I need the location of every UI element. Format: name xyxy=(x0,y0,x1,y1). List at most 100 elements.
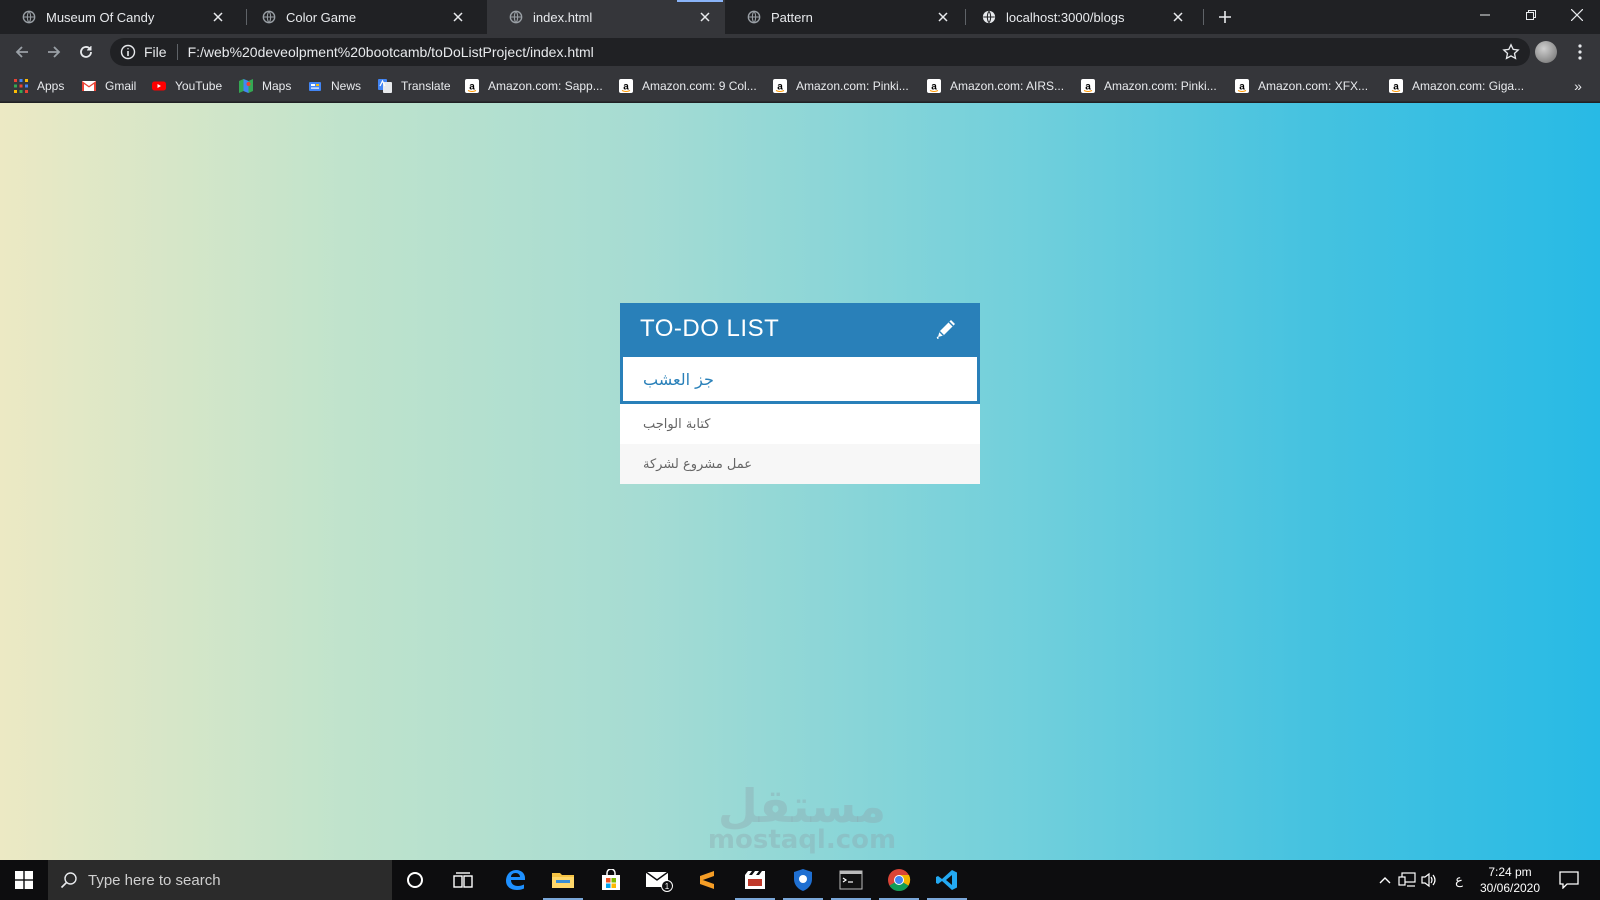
tab-pattern[interactable]: Pattern xyxy=(725,0,963,34)
globe-icon xyxy=(22,10,36,24)
cortana-button[interactable] xyxy=(391,860,439,900)
bookmark-news[interactable]: News xyxy=(308,76,361,96)
minimize-icon xyxy=(1480,14,1490,16)
more-bookmarks-button[interactable]: » xyxy=(1568,76,1588,96)
tray-overflow-button[interactable] xyxy=(1374,870,1396,890)
search-placeholder: Type here to search xyxy=(88,871,221,889)
back-button[interactable] xyxy=(8,38,36,66)
clock-date: 30/06/2020 xyxy=(1479,881,1541,895)
url-divider xyxy=(176,44,178,60)
mail-icon: 1 xyxy=(645,871,673,892)
tab-localhost-blogs[interactable]: localhost:3000/blogs xyxy=(960,0,1198,34)
pencil-icon[interactable] xyxy=(932,315,960,343)
bookmark-label: Amazon.com: Pinki... xyxy=(796,79,909,93)
amazon-icon: a xyxy=(927,79,941,93)
bookmark-amazon-2[interactable]: a Amazon.com: 9 Col... xyxy=(619,76,757,96)
minimize-button[interactable] xyxy=(1462,0,1508,30)
close-icon xyxy=(1571,9,1583,21)
tray-volume[interactable] xyxy=(1418,870,1440,890)
address-bar[interactable]: File F:/web%20deveolpment%20bootcamb/toD… xyxy=(110,38,1530,66)
taskbar-terminal[interactable] xyxy=(827,860,875,900)
page-title: TO-DO LIST xyxy=(640,314,780,342)
tab-divider xyxy=(1203,9,1204,25)
info-icon[interactable] xyxy=(120,44,136,60)
close-window-button[interactable] xyxy=(1554,0,1600,30)
bookmark-amazon-6[interactable]: a Amazon.com: XFX... xyxy=(1235,76,1368,96)
arrow-right-icon xyxy=(48,46,61,58)
bookmark-label: Apps xyxy=(37,79,65,93)
reload-button[interactable] xyxy=(72,38,100,66)
todo-item[interactable]: كتابة الواجب xyxy=(620,404,980,444)
bookmark-apps[interactable]: Apps xyxy=(14,76,64,96)
system-clock[interactable]: 7:24 pm 30/06/2020 xyxy=(1470,864,1550,896)
tab-index-html[interactable]: index.html xyxy=(487,0,725,34)
tab-strip: Museum Of Candy Color Game index.html Pa… xyxy=(0,0,1600,34)
new-todo-input[interactable] xyxy=(620,354,980,404)
bookmark-label: Gmail xyxy=(105,79,137,93)
taskbar-chrome[interactable] xyxy=(875,860,923,900)
menu-button[interactable] xyxy=(1570,38,1590,66)
tab-title: Color Game xyxy=(286,9,357,25)
close-icon[interactable] xyxy=(1170,9,1186,25)
cortana-icon xyxy=(407,872,423,888)
globe-icon xyxy=(509,10,523,24)
bookmark-amazon-3[interactable]: a Amazon.com: Pinki... xyxy=(773,76,909,96)
profile-avatar[interactable] xyxy=(1535,41,1557,63)
taskbar-store[interactable] xyxy=(587,860,635,900)
bookmark-amazon-1[interactable]: a Amazon.com: Sapp... xyxy=(465,76,603,96)
notification-icon xyxy=(1559,871,1579,889)
close-icon[interactable] xyxy=(450,9,466,25)
restore-button[interactable] xyxy=(1508,0,1554,30)
new-tab-button[interactable] xyxy=(1214,6,1236,28)
star-icon[interactable] xyxy=(1502,43,1520,61)
mail-badge: 1 xyxy=(665,882,670,891)
tray-network[interactable] xyxy=(1396,870,1418,890)
taskbar-sublime[interactable] xyxy=(683,860,731,900)
bookmark-youtube[interactable]: YouTube xyxy=(152,76,222,96)
bookmark-maps[interactable]: Maps xyxy=(239,76,291,96)
vscode-icon xyxy=(936,870,957,890)
todo-item[interactable]: عمل مشروع لشركة xyxy=(620,444,980,484)
terminal-icon xyxy=(839,870,863,890)
url-scheme-label: File xyxy=(144,44,167,60)
close-icon[interactable] xyxy=(210,9,226,25)
close-icon[interactable] xyxy=(935,9,951,25)
action-center-button[interactable] xyxy=(1556,868,1582,892)
bookmark-amazon-4[interactable]: a Amazon.com: AIRS... xyxy=(927,76,1064,96)
tab-museum-of-candy[interactable]: Museum Of Candy xyxy=(0,0,238,34)
taskbar-vscode[interactable] xyxy=(923,860,971,900)
translate-icon xyxy=(378,79,392,93)
todo-card: TO-DO LIST كتابة الواجب عمل مشروع لشركة xyxy=(620,303,980,484)
restore-icon xyxy=(1526,10,1536,20)
tab-color-game[interactable]: Color Game xyxy=(240,0,478,34)
bookmark-label: News xyxy=(331,79,362,93)
taskbar-edge[interactable] xyxy=(491,860,539,900)
tab-title: index.html xyxy=(533,9,593,25)
amazon-icon: a xyxy=(1081,79,1095,93)
taskbar-search-box[interactable]: Type here to search xyxy=(48,860,392,900)
taskbar-media-player[interactable] xyxy=(731,860,779,900)
task-view-button[interactable] xyxy=(439,860,487,900)
amazon-icon: a xyxy=(1235,79,1249,93)
taskbar-file-explorer[interactable] xyxy=(539,860,587,900)
keyboard-language[interactable]: ع xyxy=(1448,870,1470,890)
media-player-icon xyxy=(745,871,765,889)
bookmark-label: Amazon.com: Sapp... xyxy=(488,79,603,93)
page-viewport: TO-DO LIST كتابة الواجب عمل مشروع لشركة … xyxy=(0,103,1600,860)
apps-grid-icon xyxy=(14,79,28,93)
bookmark-translate[interactable]: Translate xyxy=(378,76,451,96)
file-explorer-icon xyxy=(552,873,574,888)
chevron-up-icon xyxy=(1379,877,1391,884)
start-button[interactable] xyxy=(0,860,48,900)
url-text[interactable]: F:/web%20deveolpment%20bootcamb/toDoList… xyxy=(188,44,1502,60)
globe-icon xyxy=(982,10,996,24)
close-icon[interactable] xyxy=(697,9,713,25)
bookmark-gmail[interactable]: Gmail xyxy=(82,76,136,96)
bookmark-amazon-7[interactable]: a Amazon.com: Giga... xyxy=(1389,76,1524,96)
bookmark-label: Amazon.com: Pinki... xyxy=(1104,79,1217,93)
taskbar-mail[interactable]: 1 xyxy=(635,860,683,900)
bookmark-amazon-5[interactable]: a Amazon.com: Pinki... xyxy=(1081,76,1217,96)
amazon-icon: a xyxy=(465,79,479,93)
forward-button[interactable] xyxy=(40,38,68,66)
taskbar-shield-app[interactable] xyxy=(779,860,827,900)
